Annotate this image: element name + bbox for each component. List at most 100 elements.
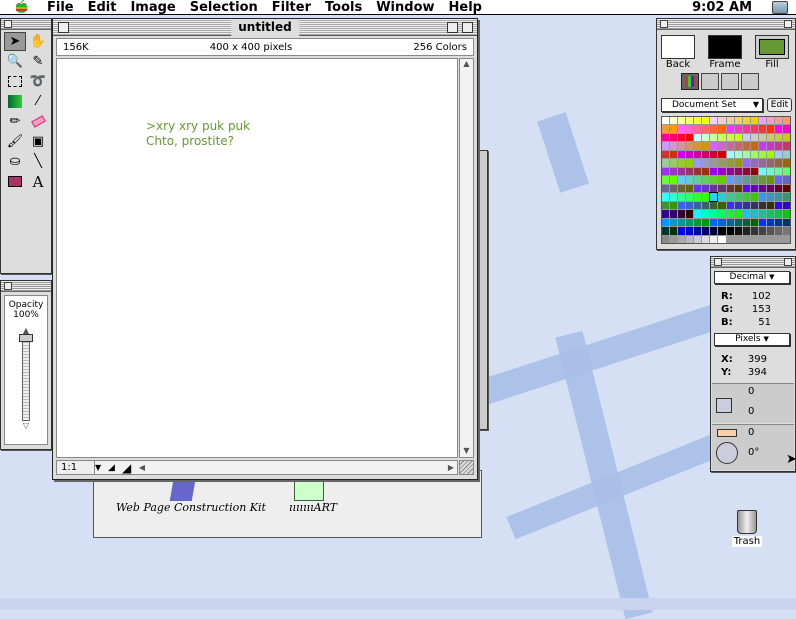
color-swatch[interactable]	[718, 117, 726, 125]
color-swatch[interactable]	[734, 210, 742, 218]
color-swatch[interactable]	[734, 167, 742, 176]
item-label[interactable]: ıııııııART	[289, 501, 337, 514]
color-swatch[interactable]	[726, 227, 734, 235]
color-swatch[interactable]	[718, 176, 726, 184]
color-swatch[interactable]	[726, 184, 734, 193]
color-swatch[interactable]	[782, 201, 790, 210]
color-swatch[interactable]	[670, 133, 678, 142]
menu-image[interactable]: Image	[123, 0, 182, 15]
color-swatch[interactable]	[750, 167, 758, 176]
color-swatch[interactable]	[742, 218, 750, 227]
collapse-box[interactable]	[462, 22, 473, 33]
color-swatch[interactable]	[694, 125, 702, 133]
palette-titlebar[interactable]	[1, 19, 51, 30]
color-swatch[interactable]	[750, 210, 758, 218]
color-swatch[interactable]	[662, 218, 670, 227]
zoom-in-icon[interactable]: ◢	[122, 461, 136, 475]
color-swatch[interactable]	[710, 184, 718, 193]
color-swatch[interactable]	[742, 125, 750, 133]
color-swatch[interactable]	[750, 176, 758, 184]
color-swatch[interactable]	[686, 125, 694, 133]
color-swatch[interactable]	[678, 227, 686, 235]
color-swatch[interactable]	[758, 227, 766, 235]
color-swatch[interactable]	[694, 150, 702, 159]
color-swatch[interactable]	[670, 142, 678, 150]
color-swatch[interactable]	[782, 125, 790, 133]
color-swatch[interactable]	[782, 159, 790, 167]
color-swatch[interactable]	[686, 117, 694, 125]
color-swatch[interactable]	[662, 159, 670, 167]
color-swatch[interactable]	[710, 167, 718, 176]
color-swatch[interactable]	[742, 133, 750, 142]
color-swatch[interactable]	[726, 117, 734, 125]
color-swatch[interactable]	[758, 167, 766, 176]
color-swatch[interactable]	[742, 210, 750, 218]
app-icon[interactable]	[294, 477, 324, 501]
color-swatch[interactable]	[734, 176, 742, 184]
color-swatch[interactable]	[758, 218, 766, 227]
color-swatch[interactable]	[678, 133, 686, 142]
color-swatch[interactable]	[710, 159, 718, 167]
color-swatch[interactable]	[718, 193, 726, 201]
color-swatch[interactable]	[702, 176, 710, 184]
color-swatch[interactable]	[686, 193, 694, 201]
color-swatch[interactable]	[758, 210, 766, 218]
color-swatch[interactable]	[670, 210, 678, 218]
color-swatch[interactable]	[678, 142, 686, 150]
color-swatch[interactable]	[694, 193, 702, 201]
gradient-tool-icon[interactable]	[4, 92, 26, 111]
color-swatch[interactable]	[662, 184, 670, 193]
edit-button[interactable]: Edit	[767, 98, 792, 112]
color-swatch[interactable]	[686, 167, 694, 176]
zoom-out-icon[interactable]: ◢	[108, 463, 122, 473]
menu-clock[interactable]: 9:02 AM	[692, 0, 752, 15]
color-swatch[interactable]	[758, 150, 766, 159]
color-swatch[interactable]	[758, 201, 766, 210]
color-swatch[interactable]	[734, 150, 742, 159]
color-swatch[interactable]	[726, 193, 734, 201]
color-swatch[interactable]	[782, 227, 790, 235]
color-swatch[interactable]	[710, 176, 718, 184]
rectangle-tool-icon[interactable]	[4, 172, 26, 191]
application-menu-icon[interactable]	[772, 1, 788, 14]
color-swatch[interactable]	[694, 235, 702, 243]
color-swatch[interactable]	[702, 184, 710, 193]
color-swatch[interactable]	[742, 167, 750, 176]
color-swatch[interactable]	[718, 133, 726, 142]
color-swatch[interactable]	[718, 125, 726, 133]
color-swatch[interactable]	[774, 117, 782, 125]
frame-color-swatch[interactable]	[708, 35, 742, 59]
color-swatch[interactable]	[710, 150, 718, 159]
color-swatch[interactable]	[766, 142, 774, 150]
menu-filter[interactable]: Filter	[265, 0, 318, 15]
color-swatch[interactable]	[702, 117, 710, 125]
color-swatch[interactable]	[750, 125, 758, 133]
color-set-select[interactable]: Document Set ▼	[661, 98, 763, 112]
color-swatch[interactable]	[670, 184, 678, 193]
vertical-scrollbar[interactable]: ▲ ▼	[459, 58, 474, 458]
gradient-view-icon[interactable]	[741, 73, 759, 90]
color-swatch[interactable]	[718, 167, 726, 176]
document-titlebar[interactable]: untitled	[53, 19, 477, 36]
color-swatch[interactable]	[726, 176, 734, 184]
color-swatch[interactable]	[726, 167, 734, 176]
color-swatch[interactable]	[782, 150, 790, 159]
color-swatch[interactable]	[718, 142, 726, 150]
color-swatch[interactable]	[742, 193, 750, 201]
color-swatch[interactable]	[750, 201, 758, 210]
finder-window[interactable]: Web Page Construction Kit ıııııııART	[93, 470, 482, 538]
image-canvas[interactable]: >xry xry puk puk Chto, prostite?	[56, 58, 458, 458]
color-swatch[interactable]	[702, 167, 710, 176]
eyedropper-tool-icon[interactable]: ✎	[27, 52, 49, 71]
color-swatch[interactable]	[750, 227, 758, 235]
color-swatch[interactable]	[774, 218, 782, 227]
color-swatch[interactable]	[686, 142, 694, 150]
color-swatch[interactable]	[774, 227, 782, 235]
color-swatch[interactable]	[702, 142, 710, 150]
color-swatch[interactable]	[734, 159, 742, 167]
color-swatch[interactable]	[702, 201, 710, 210]
color-swatch[interactable]	[774, 159, 782, 167]
color-swatch[interactable]	[734, 193, 742, 201]
color-swatch[interactable]	[742, 150, 750, 159]
color-swatch[interactable]	[662, 201, 670, 210]
